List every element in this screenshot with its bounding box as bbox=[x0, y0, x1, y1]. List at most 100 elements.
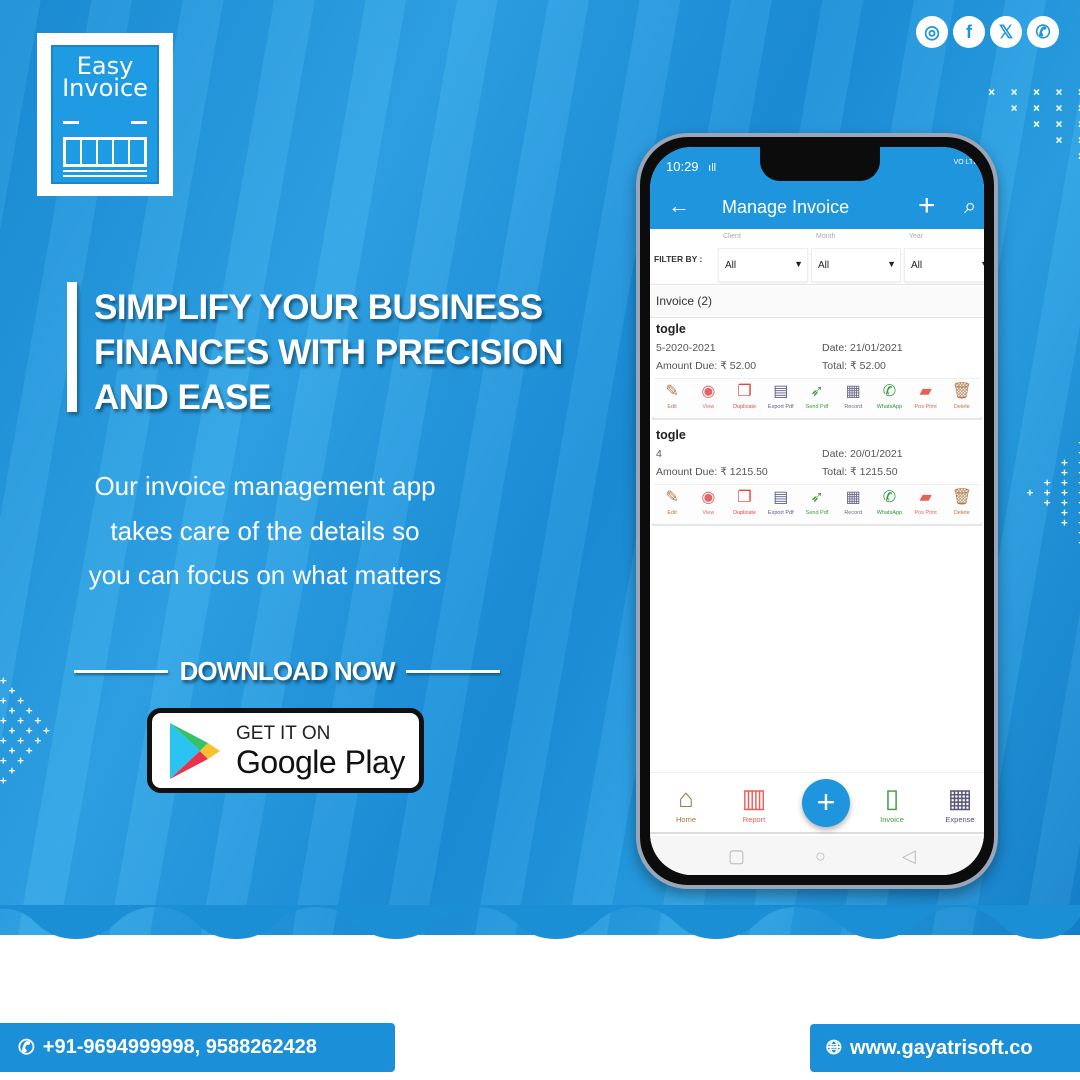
x-twitter-icon[interactable]: 𝕏 bbox=[990, 16, 1022, 48]
invoice-client: togle bbox=[656, 322, 686, 336]
edit-icon: ✎ bbox=[665, 383, 679, 400]
phone-numbers[interactable]: +91-9694999998, 9588262428 bbox=[43, 1036, 317, 1059]
action-edit[interactable]: ✎ Edit bbox=[654, 485, 690, 524]
instagram-icon[interactable]: ◎ bbox=[916, 16, 948, 48]
action-view[interactable]: ◉ View bbox=[690, 485, 726, 524]
action-label: Record bbox=[844, 510, 863, 516]
status-time: 10:29 bbox=[666, 159, 699, 174]
invoice-total: Total: ₹ 1215.50 bbox=[822, 466, 898, 478]
action-label: Pos Print bbox=[914, 510, 937, 516]
action-label: Delete bbox=[953, 510, 970, 516]
action-view[interactable]: ◉ View bbox=[690, 379, 726, 418]
invoice-card[interactable]: togle 5-2020-2021 Date: 21/01/2021 Amoun… bbox=[652, 318, 982, 420]
invoice-amount-due: Amount Due: ₹ 1215.50 bbox=[656, 466, 768, 478]
download-now-banner: DOWNLOAD NOW bbox=[74, 656, 500, 687]
app-bar: ← Manage Invoice + ⌕ bbox=[650, 185, 984, 229]
action-label: Export Pdf bbox=[767, 510, 794, 516]
record-icon: ▦ bbox=[845, 383, 861, 400]
invoice-client: togle bbox=[656, 428, 686, 442]
action-send-pdf[interactable]: ➶ Send Pdf bbox=[799, 485, 835, 524]
search-icon[interactable]: ⌕ bbox=[964, 193, 976, 219]
action-duplicate[interactable]: ❐ Duplicate bbox=[726, 379, 762, 418]
chevron-down-icon: ▼ bbox=[794, 259, 803, 269]
action-label: Pos Print bbox=[914, 404, 937, 410]
headline: SIMPLIFY YOUR BUSINESS FINANCES WITH PRE… bbox=[94, 288, 563, 417]
home-circle-icon[interactable]: ○ bbox=[815, 846, 826, 867]
export-pdf-icon: ▤ bbox=[773, 383, 789, 400]
invoice-number: 4 bbox=[656, 448, 662, 460]
facebook-icon[interactable]: f bbox=[953, 16, 985, 48]
wave-divider bbox=[0, 905, 1080, 939]
invoice-card[interactable]: togle 4 Date: 20/01/2021 Amount Due: ₹ 1… bbox=[652, 424, 982, 526]
divider-line bbox=[406, 670, 500, 673]
back-triangle-icon[interactable]: ◁ bbox=[902, 846, 916, 867]
whatsapp-icon: ✆ bbox=[882, 489, 897, 506]
action-label: View bbox=[702, 404, 715, 410]
action-label: Export Pdf bbox=[767, 404, 794, 410]
back-arrow-icon[interactable]: ← bbox=[668, 193, 690, 219]
subheadline: Our invoice management app takes care of… bbox=[88, 471, 442, 590]
invoice-actions: ✎ Edit ◉ View ❐ Duplicate ▤ Export Pdf ➶ Send Pdf… bbox=[654, 484, 980, 524]
logo-text-invoice: Invoice bbox=[62, 74, 148, 102]
website-badge: 🌐︎ www.gayatrisoft.co bbox=[810, 1024, 1080, 1072]
delete-icon: 🗑 bbox=[951, 489, 973, 506]
globe-icon: 🌐︎ bbox=[826, 1036, 842, 1059]
invoice-number: 5-2020-2021 bbox=[656, 342, 716, 354]
recent-apps-icon[interactable]: ▢ bbox=[728, 846, 745, 867]
decorative-x-pattern: × × × × × × × × × × × × × × × bbox=[988, 85, 1080, 163]
phone-mockup: 10:29 ıll VO LTE ← Manage Invoice + ⌕ FI… bbox=[636, 133, 998, 889]
action-pos-print[interactable]: ▰ Pos Print bbox=[908, 379, 944, 418]
nav-home[interactable]: ⌂ Home bbox=[656, 783, 716, 824]
month-select[interactable]: Month All ▼ bbox=[811, 233, 901, 282]
delete-icon: 🗑 bbox=[951, 383, 973, 400]
easy-invoice-logo: Easy Invoice bbox=[37, 33, 173, 196]
duplicate-icon: ❐ bbox=[737, 383, 752, 400]
logo-table-graphic bbox=[63, 137, 147, 167]
status-right-icons: VO LTE bbox=[953, 159, 978, 166]
chevron-down-icon: ▼ bbox=[980, 259, 984, 269]
nav-report[interactable]: ▥ Report bbox=[724, 783, 784, 824]
action-duplicate[interactable]: ❐ Duplicate bbox=[726, 485, 762, 524]
whatsapp-icon[interactable]: ✆ bbox=[1027, 16, 1059, 48]
action-export-pdf[interactable]: ▤ Export Pdf bbox=[763, 485, 799, 524]
signal-icon: ıll bbox=[708, 162, 717, 174]
view-icon: ◉ bbox=[701, 383, 716, 400]
phone-call-icon: ✆ bbox=[18, 1037, 35, 1059]
action-pos-print[interactable]: ▰ Pos Print bbox=[908, 485, 944, 524]
google-play-button[interactable]: GET IT ON Google Play bbox=[147, 708, 424, 793]
action-whatsapp[interactable]: ✆ WhatsApp bbox=[871, 485, 907, 524]
report-icon: ▥ bbox=[741, 783, 767, 813]
action-export-pdf[interactable]: ▤ Export Pdf bbox=[763, 379, 799, 418]
invoice-total: Total: ₹ 52.00 bbox=[822, 360, 886, 372]
action-label: Edit bbox=[667, 510, 677, 516]
action-record[interactable]: ▦ Record bbox=[835, 379, 871, 418]
duplicate-icon: ❐ bbox=[737, 489, 752, 506]
whatsapp-icon: ✆ bbox=[882, 383, 897, 400]
add-fab-button[interactable]: + bbox=[802, 779, 850, 827]
action-send-pdf[interactable]: ➶ Send Pdf bbox=[799, 379, 835, 418]
invoice-actions: ✎ Edit ◉ View ❐ Duplicate ▤ Export Pdf ➶ Send Pdf… bbox=[654, 378, 980, 418]
invoice-date: Date: 20/01/2021 bbox=[822, 448, 903, 460]
action-label: Edit bbox=[667, 404, 677, 410]
add-invoice-icon[interactable]: + bbox=[918, 189, 936, 223]
year-select[interactable]: Year All ▼ bbox=[904, 233, 984, 282]
action-label: WhatsApp bbox=[876, 510, 903, 516]
action-label: Send Pdf bbox=[805, 510, 829, 516]
google-play-icon bbox=[170, 722, 220, 779]
record-icon: ▦ bbox=[845, 489, 861, 506]
google-play-label: Google Play bbox=[236, 743, 405, 780]
phone-notch bbox=[760, 147, 880, 181]
action-delete[interactable]: 🗑 Delete bbox=[944, 379, 980, 418]
action-record[interactable]: ▦ Record bbox=[835, 485, 871, 524]
website-link[interactable]: www.gayatrisoft.co bbox=[850, 1037, 1033, 1060]
nav-expense[interactable]: ▦ Expense bbox=[930, 783, 984, 824]
action-whatsapp[interactable]: ✆ WhatsApp bbox=[871, 379, 907, 418]
client-select[interactable]: Client All ▼ bbox=[718, 233, 808, 282]
phone-screen: 10:29 ıll VO LTE ← Manage Invoice + ⌕ FI… bbox=[650, 147, 984, 875]
get-it-on-label: GET IT ON bbox=[236, 722, 331, 744]
invoice-amount-due: Amount Due: ₹ 52.00 bbox=[656, 360, 757, 372]
action-edit[interactable]: ✎ Edit bbox=[654, 379, 690, 418]
nav-invoice[interactable]: ▯ Invoice bbox=[862, 783, 922, 824]
action-delete[interactable]: 🗑 Delete bbox=[944, 485, 980, 524]
action-label: Send Pdf bbox=[805, 404, 829, 410]
